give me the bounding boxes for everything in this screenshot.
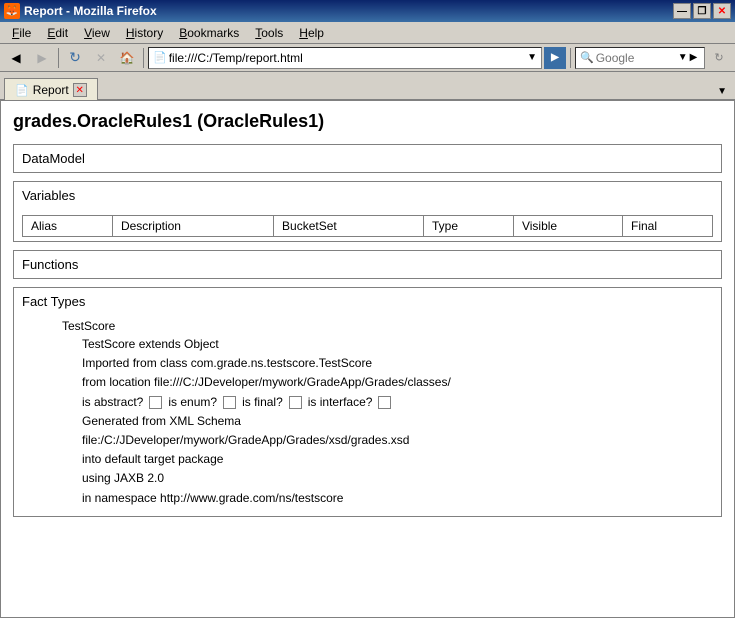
menu-edit[interactable]: Edit: [39, 24, 76, 42]
variables-header: Variables: [14, 182, 721, 209]
tab-close-button[interactable]: ✕: [73, 83, 87, 97]
home-button[interactable]: 🏠: [115, 47, 139, 69]
menu-view[interactable]: View: [76, 24, 118, 42]
variables-table: Alias Description BucketSet Type Visible…: [22, 215, 713, 237]
is-abstract-label: is abstract?: [82, 393, 143, 412]
toolbar-sep-1: [58, 48, 59, 68]
tabbar: 📄 Report ✕ ▼: [0, 72, 735, 100]
is-final-checkbox[interactable]: [289, 396, 302, 409]
reload-button[interactable]: ↻: [63, 47, 87, 69]
menu-history[interactable]: History: [118, 24, 171, 42]
col-visible: Visible: [513, 216, 622, 237]
fact-package: into default target package: [82, 450, 713, 469]
fact-class-name: TestScore: [62, 319, 713, 333]
col-type: Type: [424, 216, 514, 237]
variables-content: Alias Description BucketSet Type Visible…: [14, 209, 721, 241]
col-final: Final: [623, 216, 713, 237]
is-interface-label: is interface?: [308, 393, 373, 412]
go-button[interactable]: ▶: [544, 47, 566, 69]
menubar: File Edit View History Bookmarks Tools H…: [0, 22, 735, 44]
fact-types-section: Fact Types TestScore TestScore extends O…: [13, 287, 722, 517]
titlebar-buttons[interactable]: — ❐ ✕: [673, 3, 731, 19]
restore-button[interactable]: ❐: [693, 3, 711, 19]
tabbar-right: ▼: [713, 84, 731, 99]
titlebar-title: Report - Mozilla Firefox: [24, 4, 157, 18]
fact-generated: Generated from XML Schema: [82, 412, 713, 431]
datamodel-section: DataModel: [13, 144, 722, 173]
menu-help[interactable]: Help: [291, 24, 332, 42]
titlebar: 🦊 Report - Mozilla Firefox — ❐ ✕: [0, 0, 735, 22]
fact-xsd: file:/C:/JDeveloper/mywork/GradeApp/Grad…: [82, 431, 713, 450]
col-bucketset: BucketSet: [274, 216, 424, 237]
variables-section: Variables Alias Description BucketSet Ty…: [13, 181, 722, 242]
fact-types-content: TestScore TestScore extends Object Impor…: [14, 315, 721, 516]
is-enum-checkbox[interactable]: [223, 396, 236, 409]
table-header-row: Alias Description BucketSet Type Visible…: [23, 216, 713, 237]
tab-scroll-button[interactable]: ▼: [713, 84, 731, 99]
col-description: Description: [112, 216, 273, 237]
fact-detail-1: TestScore extends Object Imported from c…: [82, 335, 713, 508]
close-button[interactable]: ✕: [713, 3, 731, 19]
fact-abstract-row: is abstract? is enum? is final? is inter…: [82, 393, 713, 412]
toolbar-sep-3: [570, 48, 571, 68]
toolbar-sep-2: [143, 48, 144, 68]
search-input[interactable]: [596, 51, 676, 65]
tab-report[interactable]: 📄 Report ✕: [4, 78, 98, 100]
functions-section: Functions: [13, 250, 722, 279]
firefox-icon: 🦊: [4, 3, 20, 19]
back-button[interactable]: ◀: [4, 47, 28, 69]
search-go-icon[interactable]: ▶: [690, 52, 698, 63]
search-icon: 🔍: [580, 51, 594, 64]
tab-label: Report: [33, 83, 69, 97]
titlebar-left: 🦊 Report - Mozilla Firefox: [4, 3, 157, 19]
menu-bookmarks[interactable]: Bookmarks: [171, 24, 247, 42]
minimize-button[interactable]: —: [673, 3, 691, 19]
fact-imported: Imported from class com.grade.ns.testsco…: [82, 354, 713, 373]
fact-location: from location file:///C:/JDeveloper/mywo…: [82, 373, 713, 392]
is-enum-label: is enum?: [168, 393, 217, 412]
search-dropdown-icon[interactable]: ▼: [678, 52, 688, 63]
dropdown-icon[interactable]: ▼: [527, 52, 537, 63]
tab-icon: 📄: [15, 84, 29, 97]
is-interface-checkbox[interactable]: [378, 396, 391, 409]
functions-header: Functions: [14, 251, 721, 278]
toolbar: ◀ ▶ ↻ ✕ 🏠 📄 ▼ ▶ 🔍 ▼ ▶ ↻: [0, 44, 735, 72]
fact-namespace: in namespace http://www.grade.com/ns/tes…: [82, 489, 713, 508]
fact-types-header: Fact Types: [14, 288, 721, 315]
forward-button[interactable]: ▶: [30, 47, 54, 69]
address-input[interactable]: [169, 51, 527, 65]
fact-jaxb: using JAXB 2.0: [82, 469, 713, 488]
col-alias: Alias: [23, 216, 113, 237]
content-area[interactable]: grades.OracleRules1 (OracleRules1) DataM…: [0, 100, 735, 618]
is-abstract-checkbox[interactable]: [149, 396, 162, 409]
url-icon: 📄: [153, 51, 167, 64]
fact-extends: TestScore extends Object: [82, 335, 713, 354]
datamodel-header: DataModel: [14, 145, 721, 172]
stop-button[interactable]: ✕: [89, 47, 113, 69]
page-title: grades.OracleRules1 (OracleRules1): [13, 111, 722, 132]
menu-tools[interactable]: Tools: [247, 24, 291, 42]
is-final-label: is final?: [242, 393, 283, 412]
menu-file[interactable]: File: [4, 24, 39, 42]
refresh-icon[interactable]: ↻: [707, 47, 731, 69]
